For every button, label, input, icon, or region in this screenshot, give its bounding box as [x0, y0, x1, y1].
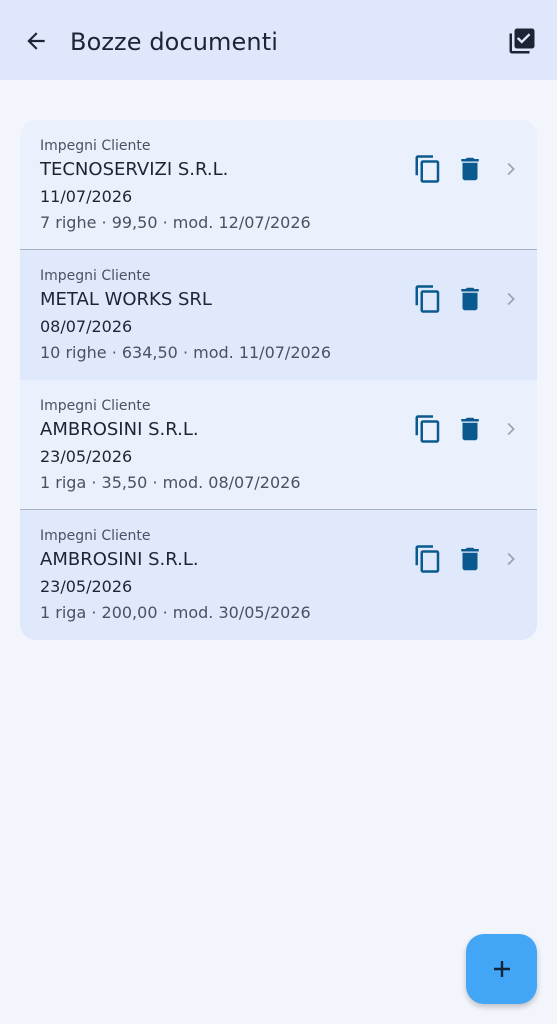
draft-summary: 1 riga · 35,50 · mod. 08/07/2026: [40, 473, 301, 492]
draft-summary: 10 righe · 634,50 · mod. 11/07/2026: [40, 343, 332, 362]
draft-row[interactable]: Impegni Cliente AMBROSINI S.R.L. 23/05/2…: [20, 510, 537, 640]
delete-icon: [461, 157, 479, 181]
document-type: Impegni Cliente: [40, 528, 151, 544]
document-type: Impegni Cliente: [40, 268, 151, 284]
customer-name: AMBROSINI S.R.L.: [40, 419, 199, 440]
select-mode-button[interactable]: [505, 25, 539, 57]
back-button[interactable]: [20, 25, 52, 57]
delete-icon: [461, 417, 479, 441]
copy-draft-button[interactable]: [412, 283, 444, 315]
arrow-back-icon: [27, 32, 45, 50]
customer-name: TECNOSERVIZI S.R.L.: [40, 159, 229, 180]
draft-summary: 1 riga · 200,00 · mod. 30/05/2026: [40, 603, 311, 622]
draft-row[interactable]: Impegni Cliente METAL WORKS SRL 08/07/20…: [20, 250, 537, 380]
delete-draft-button[interactable]: [454, 153, 486, 185]
draft-row[interactable]: Impegni Cliente AMBROSINI S.R.L. 23/05/2…: [20, 380, 537, 510]
drafts-list: Impegni Cliente TECNOSERVIZI S.R.L. 11/0…: [20, 120, 537, 640]
document-date: 23/05/2026: [40, 447, 133, 466]
checklist-select-icon: [509, 28, 535, 54]
delete-draft-button[interactable]: [454, 283, 486, 315]
plus-icon: [493, 961, 510, 977]
document-type: Impegni Cliente: [40, 138, 151, 154]
add-draft-button[interactable]: [466, 934, 537, 1004]
document-date: 08/07/2026: [40, 317, 133, 336]
delete-icon: [461, 287, 479, 311]
document-type: Impegni Cliente: [40, 398, 151, 414]
copy-icon: [415, 155, 440, 183]
chevron-right-icon: [500, 418, 522, 440]
chevron-right-icon: [500, 548, 522, 570]
copy-draft-button[interactable]: [412, 153, 444, 185]
chevron-right-icon: [500, 158, 522, 180]
draft-summary: 7 righe · 99,50 · mod. 12/07/2026: [40, 213, 311, 232]
copy-icon: [415, 285, 440, 313]
copy-icon: [415, 545, 440, 573]
delete-draft-button[interactable]: [454, 413, 486, 445]
copy-icon: [415, 415, 440, 443]
copy-draft-button[interactable]: [412, 413, 444, 445]
document-date: 11/07/2026: [40, 187, 133, 206]
copy-draft-button[interactable]: [412, 543, 444, 575]
document-date: 23/05/2026: [40, 577, 133, 596]
chevron-right-icon: [500, 288, 522, 310]
delete-draft-button[interactable]: [454, 543, 486, 575]
customer-name: METAL WORKS SRL: [40, 289, 212, 310]
delete-icon: [461, 547, 479, 571]
page-title: Bozze documenti: [70, 28, 278, 56]
customer-name: AMBROSINI S.R.L.: [40, 549, 199, 570]
draft-row[interactable]: Impegni Cliente TECNOSERVIZI S.R.L. 11/0…: [20, 120, 537, 250]
app-bar: Bozze documenti: [0, 0, 557, 80]
